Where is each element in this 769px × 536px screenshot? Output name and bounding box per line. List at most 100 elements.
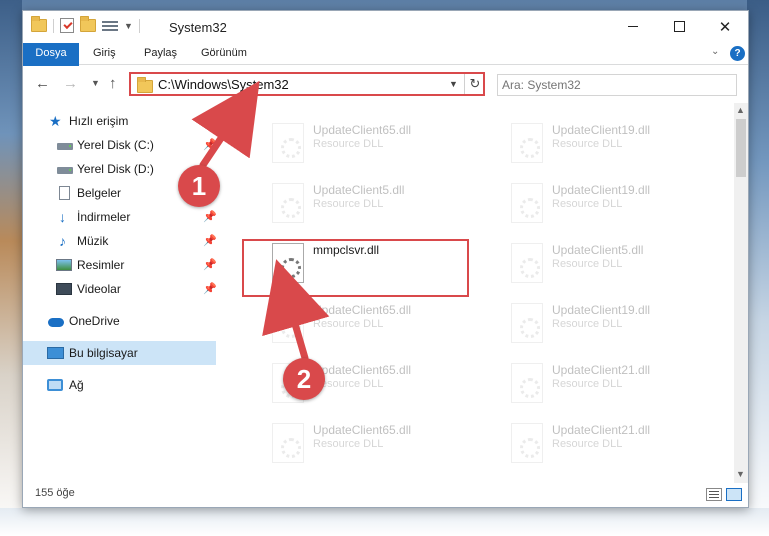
file-name: UpdateClient65.dll [313, 423, 412, 437]
scroll-thumb[interactable] [736, 119, 746, 177]
dll-file-icon [272, 183, 304, 223]
scroll-up-icon[interactable]: ▲ [736, 105, 745, 115]
file-name: UpdateClient65.dll [313, 303, 412, 317]
pc-icon [47, 347, 64, 359]
sidebar-item-videos[interactable]: Videolar 📌 [23, 277, 217, 301]
sidebar-item-quick-access[interactable]: ★ Hızlı erişim [23, 109, 216, 133]
highlight-box [242, 239, 469, 297]
pin-icon[interactable]: 📌 [203, 253, 217, 277]
file-type: Resource DLL [552, 438, 623, 450]
folder-icon [137, 77, 153, 93]
window-title: System32 [169, 20, 227, 35]
sidebar-item-this-pc[interactable]: Bu bilgisayar [23, 341, 216, 365]
annotation-step-1: 1 [178, 165, 220, 207]
sidebar-item-label: Ağ [69, 378, 84, 392]
sidebar-item-label: Müzik [77, 234, 109, 248]
address-path[interactable]: C:\Windows\System32 [158, 77, 289, 92]
scroll-down-icon[interactable]: ▼ [736, 469, 745, 479]
file-item[interactable]: UpdateClient65.dll Resource DLL [264, 297, 494, 351]
file-item[interactable]: UpdateClient65.dll Resource DLL [264, 117, 494, 171]
new-folder-icon[interactable] [80, 16, 96, 32]
maximize-button[interactable] [656, 11, 702, 42]
pin-icon[interactable]: 📌 [203, 205, 217, 229]
sidebar-item-label: İndirmeler [77, 210, 131, 224]
file-type: Resource DLL [552, 198, 623, 210]
minimize-button[interactable] [610, 11, 656, 42]
file-type: Resource DLL [313, 138, 384, 150]
details-view-icon[interactable] [706, 488, 722, 501]
file-item[interactable]: UpdateClient5.dll Resource DLL [503, 237, 733, 291]
toolbar-separator [53, 18, 54, 33]
sidebar-item-network[interactable]: Ağ [23, 373, 216, 397]
recent-locations-button[interactable]: ▼ [91, 78, 100, 88]
file-type: Resource DLL [552, 258, 623, 270]
close-button[interactable]: ✕ [702, 11, 748, 42]
file-type: Resource DLL [313, 318, 384, 330]
sidebar-item-label: Yerel Disk (C:) [77, 138, 154, 152]
back-button[interactable]: ← [35, 75, 50, 92]
dll-file-icon [272, 303, 304, 343]
file-item[interactable]: UpdateClient19.dll Resource DLL [503, 117, 733, 171]
sidebar-item-downloads[interactable]: ↓ İndirmeler 📌 [23, 205, 217, 229]
download-icon: ↓ [59, 209, 66, 225]
file-list: UpdateClient65.dll Resource DLL UpdateCl… [216, 103, 734, 483]
navigation-bar: ← → ▼ ↑ C:\Windows\System32 ▼ ↻ [23, 66, 748, 102]
search-input[interactable] [502, 77, 702, 93]
sidebar-item-disk-c[interactable]: Yerel Disk (C:) 📌 [23, 133, 217, 157]
sidebar-item-label: Yerel Disk (D:) [77, 162, 154, 176]
navigation-pane: ★ Hızlı erişim Yerel Disk (C:) 📌 Yerel D… [23, 103, 217, 483]
file-name: UpdateClient5.dll [313, 183, 405, 197]
documents-icon [59, 186, 70, 200]
network-icon [47, 379, 63, 391]
sidebar-item-label: OneDrive [69, 314, 120, 328]
folder-icon[interactable] [31, 16, 47, 32]
videos-icon [56, 283, 72, 295]
star-icon: ★ [49, 113, 62, 129]
file-type: Resource DLL [552, 378, 623, 390]
file-item[interactable]: UpdateClient19.dll Resource DLL [503, 177, 733, 231]
help-icon[interactable]: ? [730, 46, 745, 61]
large-icons-view-icon[interactable] [726, 488, 742, 501]
vertical-scrollbar[interactable]: ▲ ▼ [734, 103, 748, 483]
search-box[interactable] [497, 74, 737, 96]
ribbon-tabs: Dosya Giriş Paylaş Görünüm ⌄ ? [23, 43, 748, 97]
desktop-background-bottom [0, 508, 769, 536]
tab-share[interactable]: Paylaş [144, 43, 177, 64]
dll-file-icon [511, 303, 543, 343]
desktop-background-right [747, 0, 769, 536]
address-bar[interactable]: C:\Windows\System32 ▼ ↻ [129, 72, 485, 96]
sidebar-item-label: Hızlı erişim [69, 114, 129, 128]
file-item[interactable]: UpdateClient21.dll Resource DLL [503, 417, 733, 471]
dll-file-icon [272, 423, 304, 463]
sidebar-item-onedrive[interactable]: OneDrive [23, 309, 216, 333]
refresh-button[interactable]: ↻ [464, 74, 485, 94]
file-item[interactable]: UpdateClient19.dll Resource DLL [503, 297, 733, 351]
sidebar-item-label: Resimler [77, 258, 125, 272]
sidebar-item-label: Belgeler [77, 186, 122, 200]
file-item[interactable]: UpdateClient65.dll Resource DLL [264, 417, 494, 471]
dll-file-icon [511, 243, 543, 283]
file-item[interactable]: UpdateClient5.dll Resource DLL [264, 177, 494, 231]
file-name: UpdateClient21.dll [552, 363, 651, 377]
file-item[interactable]: UpdateClient21.dll Resource DLL [503, 357, 733, 411]
forward-button[interactable]: → [63, 75, 78, 92]
pin-icon[interactable]: 📌 [203, 133, 217, 157]
tab-view[interactable]: Görünüm [201, 43, 247, 64]
dll-file-icon [511, 363, 543, 403]
annotation-step-2: 2 [283, 358, 325, 400]
chevron-down-icon[interactable]: ▼ [124, 21, 133, 31]
expand-ribbon-icon[interactable]: ⌄ [711, 46, 719, 57]
sidebar-item-music[interactable]: ♪ Müzik 📌 [23, 229, 217, 253]
cloud-icon [48, 318, 64, 327]
address-dropdown-icon[interactable]: ▼ [449, 79, 458, 89]
up-button[interactable]: ↑ [109, 75, 117, 92]
customize-toolbar-icon[interactable] [102, 19, 118, 33]
pin-icon[interactable]: 📌 [203, 277, 217, 301]
file-name: UpdateClient19.dll [552, 303, 651, 317]
sidebar-item-pictures[interactable]: Resimler 📌 [23, 253, 217, 277]
pin-icon[interactable]: 📌 [203, 229, 217, 253]
tab-home[interactable]: Giriş [93, 43, 116, 64]
properties-check-icon[interactable] [60, 18, 74, 33]
dll-file-icon [272, 123, 304, 163]
sidebar-item-label: Videolar [77, 282, 121, 296]
